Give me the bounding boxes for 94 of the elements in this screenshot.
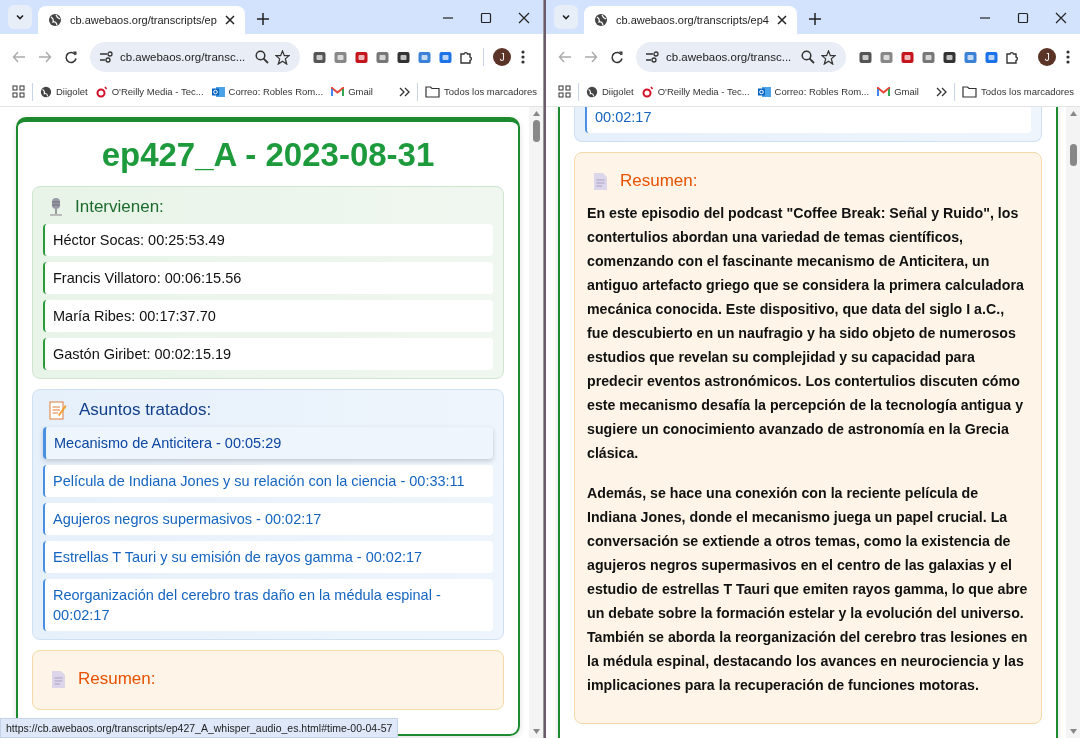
- topic-link[interactable]: Reorganización del cerebro tras daño en la médula espinal - 00:02:17: [43, 579, 493, 631]
- profile-avatar[interactable]: J: [1038, 48, 1057, 66]
- browser-tab[interactable]: cb.awebaos.org/transcripts/ep4: [584, 6, 797, 34]
- puzzle-icon[interactable]: [1005, 49, 1021, 65]
- extension-icon[interactable]: [900, 49, 916, 65]
- mail-app-icon: [757, 85, 771, 98]
- scroll-up-icon[interactable]: [1069, 111, 1077, 116]
- status-bar-url: https://cb.awebaos.org/transcripts/ep427_A_whisper_audio_es.html#time-00-04-57: [0, 718, 399, 738]
- close-icon[interactable]: [1055, 12, 1067, 24]
- mail-app-icon: [211, 85, 225, 98]
- browser-tab[interactable]: cb.awebaos.org/transcripts/ep: [38, 6, 245, 34]
- address-bar[interactable]: cb.awebaos.org/transc...: [90, 42, 301, 72]
- memo-icon: [49, 400, 67, 420]
- topic-link[interactable]: Agujeros negros supermasivos - 00:02:17: [43, 503, 493, 535]
- page-title: ep427_A - 2023-08-31: [100, 136, 436, 174]
- apps-icon[interactable]: [558, 85, 571, 98]
- address-text: cb.awebaos.org/transc...: [120, 51, 246, 63]
- address-text: cb.awebaos.org/transc...: [666, 51, 792, 63]
- section-heading: Asuntos tratados:: [79, 400, 212, 420]
- globe-icon: [594, 13, 608, 27]
- bookmark-item[interactable]: Correo: Robles Rom...: [211, 85, 324, 98]
- chevron-icon[interactable]: [936, 86, 948, 97]
- bookmarks-folder[interactable]: Todos los marcadores: [425, 85, 537, 98]
- speaker-item: Héctor Socas: 00:25:53.49: [43, 224, 493, 256]
- globe-icon: [40, 85, 52, 98]
- reload-icon[interactable]: [610, 50, 624, 64]
- topic-link[interactable]: Estrellas T Tauri y su emisión de rayos gamma - 00:02:17: [43, 541, 493, 573]
- globe-icon: [586, 85, 598, 98]
- topic-link[interactable]: 00:02:17: [585, 107, 1031, 133]
- document-icon: [593, 171, 608, 191]
- extension-icon[interactable]: [942, 49, 958, 65]
- bookmark-item[interactable]: Correo: Robles Rom...: [757, 85, 870, 98]
- speaker-item: Gastón Giribet: 00:02:15.19: [43, 338, 493, 370]
- scroll-up-icon[interactable]: [532, 111, 540, 116]
- envelope-icon: [331, 86, 345, 97]
- tab-title: cb.awebaos.org/transcripts/ep: [70, 14, 217, 26]
- new-tab-icon[interactable]: [808, 13, 821, 25]
- section-heading: Resumen:: [620, 171, 698, 191]
- close-tab-icon[interactable]: [776, 15, 787, 25]
- microphone-icon: [49, 197, 63, 217]
- section-heading: Resumen:: [78, 669, 156, 689]
- extension-icon[interactable]: [396, 49, 412, 65]
- tab-title: cb.awebaos.org/transcripts/ep4: [616, 14, 769, 26]
- site-info-icon[interactable]: [646, 51, 660, 63]
- bookmark-item[interactable]: Diigolet: [586, 85, 634, 98]
- extension-icon[interactable]: [354, 49, 370, 65]
- envelope-icon: [877, 86, 891, 97]
- caret-icon: [15, 12, 25, 22]
- caret-icon: [561, 12, 571, 22]
- star-icon[interactable]: [821, 49, 837, 65]
- bookmark-item[interactable]: Gmail: [331, 86, 373, 97]
- speaker-item: Francis Villatoro: 00:06:15.56: [43, 262, 493, 294]
- tab-list-button[interactable]: [8, 5, 32, 29]
- maximize-icon[interactable]: [1017, 12, 1029, 24]
- apps-icon[interactable]: [12, 85, 25, 98]
- puzzle-icon[interactable]: [459, 49, 475, 65]
- close-icon[interactable]: [518, 12, 530, 24]
- menu-icon[interactable]: [521, 50, 526, 64]
- globe-icon: [48, 13, 62, 27]
- chevron-icon[interactable]: [399, 86, 411, 97]
- zoom-icon[interactable]: [255, 50, 270, 64]
- scrollbar-thumb[interactable]: [1069, 144, 1077, 166]
- document-icon: [51, 669, 66, 689]
- folder-icon: [962, 85, 978, 98]
- address-bar[interactable]: cb.awebaos.org/transc...: [636, 42, 847, 72]
- star-icon[interactable]: [275, 49, 291, 65]
- bookmark-item[interactable]: O'Reilly Media - Tec...: [641, 85, 750, 98]
- folder-icon: [425, 85, 441, 98]
- bookmarks-folder[interactable]: Todos los marcadores: [962, 85, 1074, 98]
- tab-list-button[interactable]: [554, 5, 578, 29]
- topic-link[interactable]: Mecanismo de Anticitera - 00:05:29: [43, 427, 493, 459]
- site-info-icon[interactable]: [100, 51, 114, 63]
- close-tab-icon[interactable]: [224, 15, 235, 25]
- extension-icon[interactable]: [858, 49, 874, 65]
- maximize-icon[interactable]: [480, 12, 492, 24]
- zoom-icon[interactable]: [801, 50, 816, 64]
- bookmark-item[interactable]: Gmail: [877, 86, 919, 97]
- extension-icon[interactable]: [312, 49, 328, 65]
- topic-link[interactable]: Película de Indiana Jones y su relación con la ciencia - 00:33:11: [43, 465, 493, 497]
- ring-icon: [95, 85, 108, 98]
- ring-icon: [641, 85, 654, 98]
- summary-paragraph: Además, se hace una conexión con la reciente película de Indiana Jones, donde el mecanismo juega un papel crucial. La conversación se extiende a otros temas, como la existencia de agujeros negros supermasivos en el centro de las galaxias y el estudio de estrellas T Tauri que emiten rayos gamma, lo que abre un debate sobre la formación estelar y la evolución del universo. También se aborda la reorganización del cerebro tras lesiones en la médula espinal, destacando los avances en neurociencia y las implicaciones para la recuperación de funciones motoras.: [587, 484, 1029, 695]
- reload-icon[interactable]: [64, 50, 78, 64]
- profile-avatar[interactable]: J: [493, 48, 512, 66]
- section-heading: Intervienen:: [75, 197, 164, 217]
- bookmark-item[interactable]: Diigolet: [40, 85, 88, 98]
- summary-paragraph: En este episodio del podcast "Coffee Break: Señal y Ruido", los contertulios abordan una variedad de temas científicos, comenzando con el fascinante mecanismo de Anticitera, un antiguo artefacto griego que se considera la primera calculadora mecánica conocida. Este dispositivo, que data del siglo I a.C., fue descubierto en un naufragio y ha sido objeto de numerosos estudios que revelan su complejidad y su capacidad para predecir eventos astronómicos. Los contertulios discuten cómo este mecanismo desafía la percepción de la tecnología antigua y sugiere un conocimiento avanzado de astronomía en la Grecia clásica.: [587, 204, 1025, 463]
- bookmark-item[interactable]: O'Reilly Media - Tec...: [95, 85, 204, 98]
- scroll-down-icon[interactable]: [1069, 729, 1077, 734]
- scroll-down-icon[interactable]: [532, 729, 540, 734]
- scrollbar-thumb[interactable]: [532, 120, 540, 142]
- speaker-item: María Ribes: 00:17:37.70: [43, 300, 493, 332]
- menu-icon[interactable]: [1066, 50, 1071, 64]
- new-tab-icon[interactable]: [256, 13, 269, 25]
